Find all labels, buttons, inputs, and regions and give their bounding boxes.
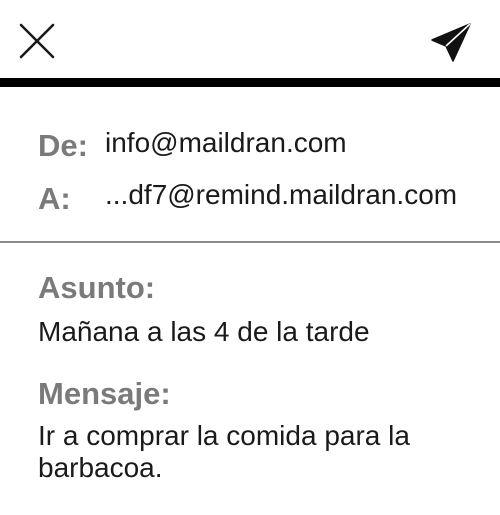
message-body: Ir a comprar la comida para la barbacoa. xyxy=(38,420,410,483)
to-address: ...df7@remind.maildran.com xyxy=(105,179,458,210)
paper-plane-icon xyxy=(431,23,471,62)
subject-label: Asunto: xyxy=(38,270,156,305)
message-label: Mensaje: xyxy=(38,376,171,411)
to-label: A: xyxy=(38,181,71,216)
top-toolbar xyxy=(0,0,500,78)
close-button[interactable] xyxy=(18,22,56,60)
header-divider xyxy=(0,78,500,87)
subject-text: Mañana a las 4 de la tarde xyxy=(38,316,370,347)
send-button[interactable] xyxy=(430,22,472,64)
from-label: De: xyxy=(38,128,88,163)
section-divider xyxy=(0,241,500,243)
from-address: info@maildran.com xyxy=(105,127,347,158)
close-icon xyxy=(19,23,55,59)
